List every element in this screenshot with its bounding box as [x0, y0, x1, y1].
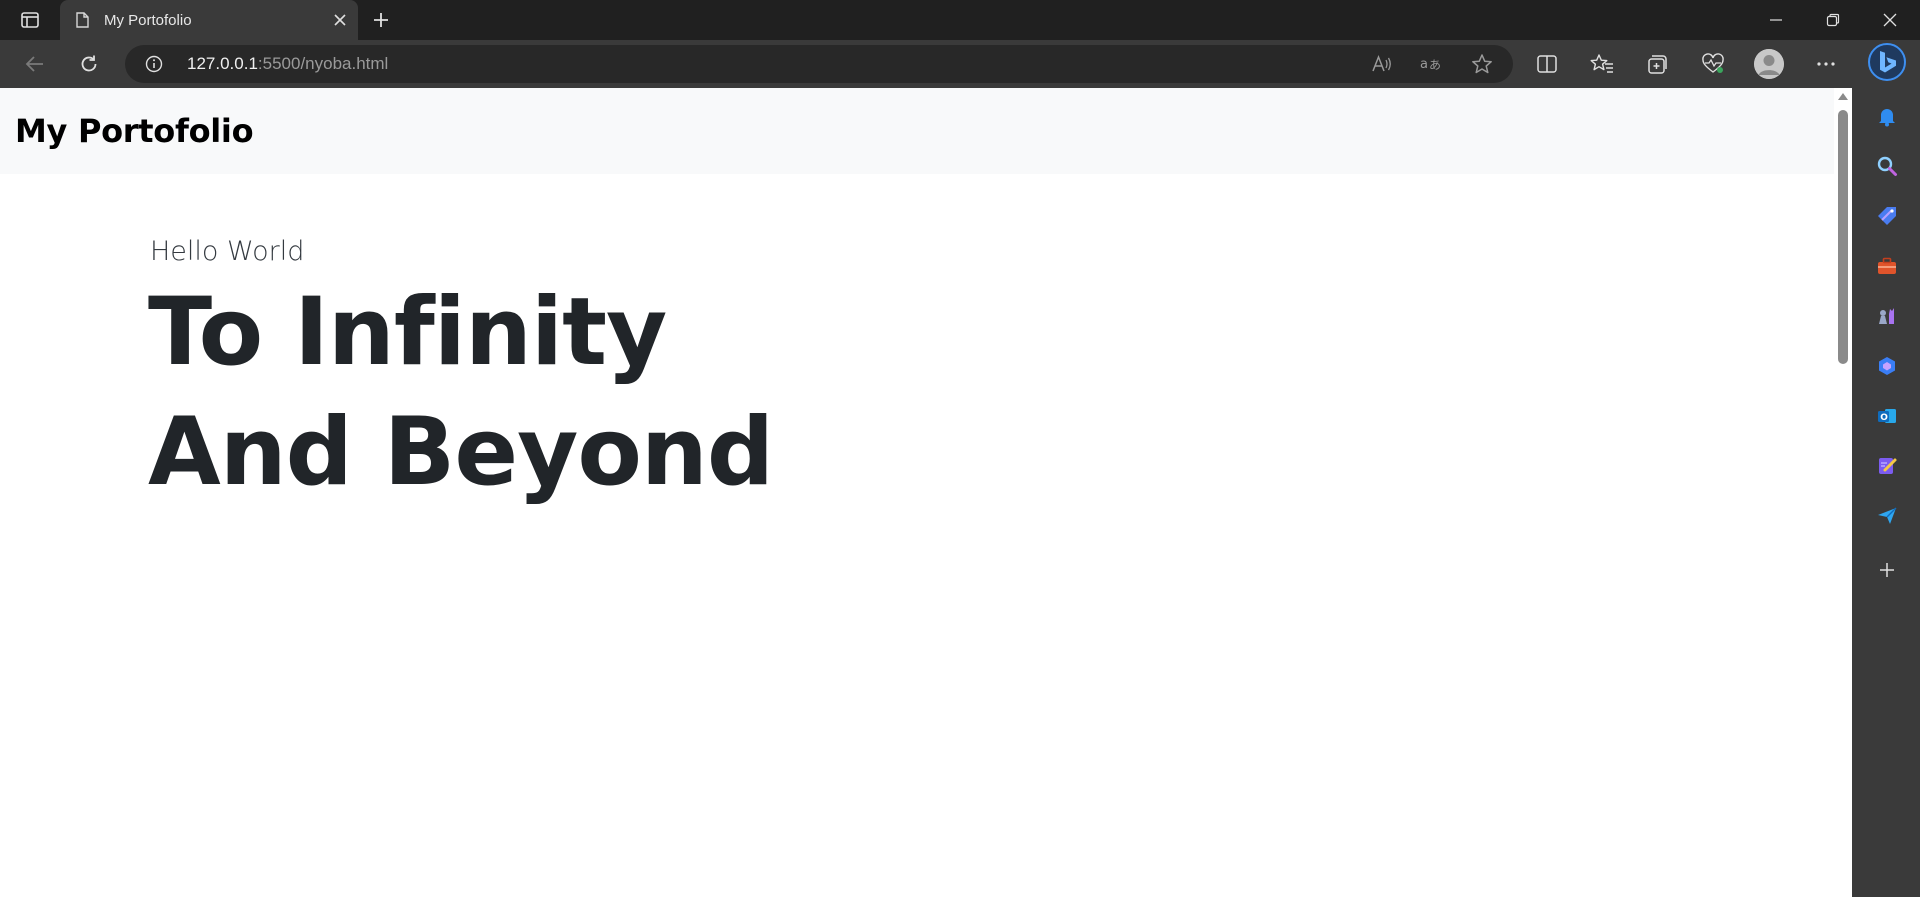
read-aloud-icon[interactable] — [1368, 51, 1396, 77]
tab-actions-icon[interactable] — [16, 8, 44, 32]
search-icon[interactable] — [1874, 153, 1900, 179]
page-viewport: My Portofolio Hello World To Infinity An… — [0, 88, 1852, 897]
svg-text:あ: あ — [1429, 58, 1441, 72]
hero-subtitle: Hello World — [150, 236, 305, 267]
add-icon[interactable] — [1874, 557, 1900, 583]
hero-section: Hello World To Infinity And Beyond — [148, 236, 774, 513]
scroll-up-arrow-icon[interactable] — [1838, 93, 1848, 100]
scrollbar-thumb[interactable] — [1838, 110, 1848, 364]
outlook-icon[interactable]: O — [1874, 403, 1900, 429]
collections-icon[interactable] — [1642, 50, 1672, 78]
refresh-icon[interactable] — [74, 50, 104, 78]
url-path: :5500/nyoba.html — [257, 54, 389, 73]
page-content: My Portofolio Hello World To Infinity An… — [0, 88, 1834, 897]
designer-icon[interactable] — [1874, 453, 1900, 479]
back-arrow-icon[interactable] — [20, 50, 50, 78]
profile-icon[interactable] — [1754, 49, 1784, 79]
svg-text:O: O — [1880, 413, 1888, 423]
tab-bar: My Portofolio — [0, 0, 1920, 40]
send-icon[interactable] — [1874, 503, 1900, 529]
browser-toolbar: 127.0.0.1:5500/nyoba.html aあ — [0, 40, 1852, 88]
tab-title: My Portofolio — [104, 11, 192, 29]
translate-icon[interactable]: aあ — [1417, 51, 1445, 77]
headline-line-1: To Infinity — [148, 278, 667, 387]
url-host: 127.0.0.1 — [187, 54, 258, 73]
bing-icon[interactable] — [1868, 43, 1906, 81]
plus-icon[interactable] — [368, 8, 394, 32]
tag-icon[interactable] — [1874, 203, 1900, 229]
copilot-icon[interactable] — [1874, 353, 1900, 379]
svg-text:a: a — [1420, 57, 1428, 72]
chess-icon[interactable] — [1874, 303, 1900, 329]
more-icon[interactable] — [1811, 50, 1841, 78]
restore-icon[interactable] — [1805, 0, 1861, 40]
star-icon[interactable] — [1468, 51, 1496, 77]
heart-pulse-icon[interactable] — [1698, 50, 1728, 78]
close-window-icon[interactable] — [1862, 0, 1918, 40]
url-text: 127.0.0.1:5500/nyoba.html — [187, 54, 388, 74]
edge-sidebar: O — [1852, 40, 1920, 897]
navbar-brand[interactable]: My Portofolio — [15, 112, 254, 150]
close-icon[interactable] — [328, 8, 352, 32]
hero-headline: To Infinity And Beyond — [148, 273, 774, 513]
tab-active[interactable]: My Portofolio — [60, 0, 358, 40]
bell-icon[interactable] — [1874, 103, 1900, 129]
navbar: My Portofolio — [0, 88, 1834, 174]
address-bar[interactable]: 127.0.0.1:5500/nyoba.html aあ — [125, 45, 1513, 83]
page-icon — [74, 12, 90, 28]
favorites-icon[interactable] — [1587, 50, 1617, 78]
toolbox-icon[interactable] — [1874, 253, 1900, 279]
vertical-scrollbar[interactable] — [1834, 88, 1852, 897]
minimize-icon[interactable] — [1748, 0, 1804, 40]
headline-line-2: And Beyond — [148, 398, 774, 507]
info-icon[interactable] — [145, 55, 163, 73]
split-screen-icon[interactable] — [1532, 50, 1562, 78]
